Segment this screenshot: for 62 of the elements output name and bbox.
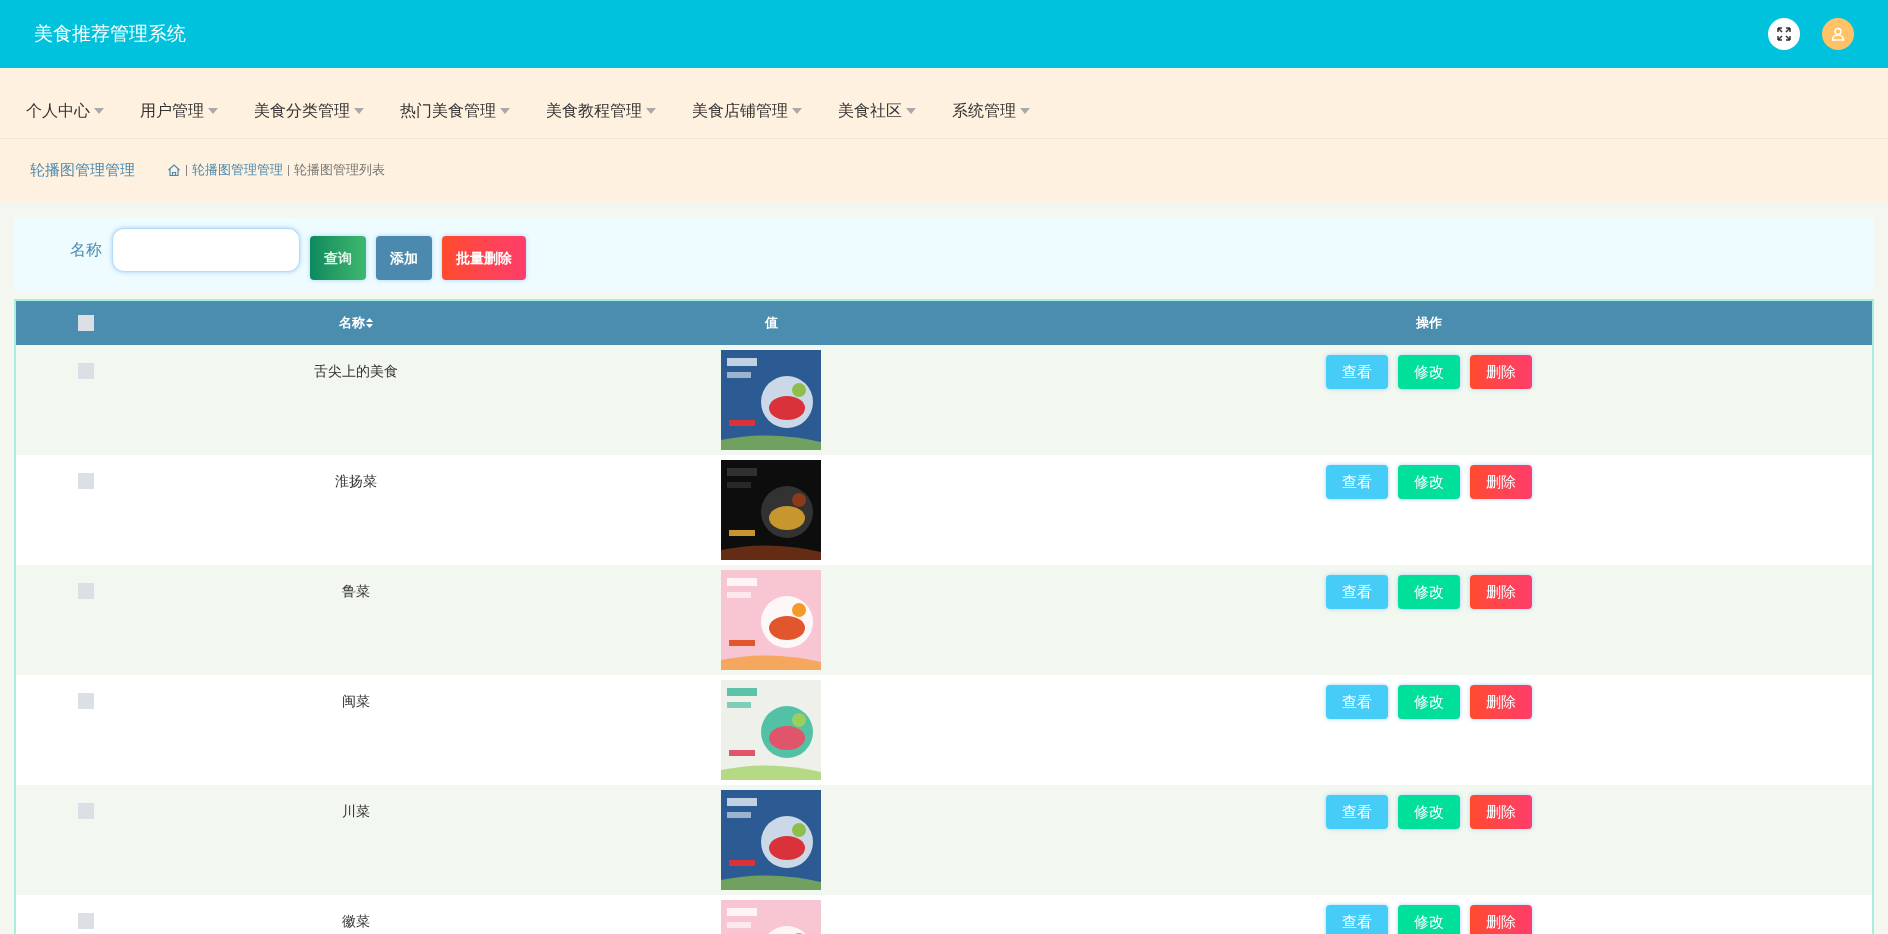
checkbox[interactable]	[78, 583, 94, 599]
view-button[interactable]: 查看	[1326, 355, 1388, 389]
caret-icon	[792, 108, 802, 114]
table-cell-text: 川菜	[342, 802, 370, 821]
menu-item[interactable]: 用户管理	[124, 84, 234, 138]
checkbox[interactable]	[78, 693, 94, 709]
edit-button[interactable]: 修改	[1398, 575, 1460, 609]
page-title: 轮播图管理管理	[30, 159, 135, 180]
caret-icon	[646, 108, 656, 114]
home-icon[interactable]	[167, 163, 181, 177]
search-button[interactable]: 查询	[310, 236, 366, 280]
delete-button[interactable]: 删除	[1470, 575, 1532, 609]
edit-button[interactable]: 修改	[1398, 355, 1460, 389]
table-cell-text: 闽菜	[342, 692, 370, 711]
caret-icon	[906, 108, 916, 114]
checkbox[interactable]	[78, 363, 94, 379]
menu-item[interactable]: 美食店铺管理	[676, 84, 818, 138]
user-avatar-icon[interactable]	[1822, 18, 1854, 50]
menu-item[interactable]: 系统管理	[936, 84, 1046, 138]
delete-button[interactable]: 删除	[1470, 355, 1532, 389]
caret-icon	[1020, 108, 1030, 114]
checkbox[interactable]	[78, 913, 94, 929]
delete-button[interactable]: 删除	[1470, 685, 1532, 719]
sort-icon	[366, 318, 373, 328]
menu-item[interactable]: 美食教程管理	[530, 84, 672, 138]
edit-button[interactable]: 修改	[1398, 795, 1460, 829]
menu-item[interactable]: 个人中心	[10, 84, 120, 138]
column-header: 操作	[1416, 314, 1442, 333]
caret-icon	[208, 108, 218, 114]
app-title: 美食推荐管理系统	[34, 21, 186, 46]
caret-icon	[94, 108, 104, 114]
menu-item[interactable]: 美食分类管理	[238, 84, 380, 138]
view-button[interactable]: 查看	[1326, 575, 1388, 609]
name-input-field[interactable]	[112, 228, 300, 272]
fullscreen-icon[interactable]	[1768, 18, 1800, 50]
view-button[interactable]: 查看	[1326, 795, 1388, 829]
edit-button[interactable]: 修改	[1398, 465, 1460, 499]
table-cell-text: 徽菜	[342, 912, 370, 931]
delete-button[interactable]: 删除	[1470, 465, 1532, 499]
table-cell-text: 鲁菜	[342, 582, 370, 601]
field-label: 名称	[70, 240, 102, 260]
edit-button[interactable]: 修改	[1398, 905, 1460, 934]
checkbox[interactable]	[78, 803, 94, 819]
table-cell-text: 淮扬菜	[335, 472, 377, 491]
menu-item[interactable]: 热门美食管理	[384, 84, 526, 138]
menu-item[interactable]: 美食社区	[822, 84, 932, 138]
view-button[interactable]: 查看	[1326, 685, 1388, 719]
delete-button[interactable]: 删除	[1470, 795, 1532, 829]
checkbox[interactable]	[78, 473, 94, 489]
caret-icon	[354, 108, 364, 114]
caret-icon	[500, 108, 510, 114]
edit-button[interactable]: 修改	[1398, 685, 1460, 719]
batch-delete-button[interactable]: 批量删除	[442, 236, 526, 280]
delete-button[interactable]: 删除	[1470, 905, 1532, 934]
breadcrumb-link[interactable]: 轮播图管理管理	[192, 160, 283, 180]
add-button[interactable]: 添加	[376, 236, 432, 280]
column-header: 值	[764, 314, 778, 333]
checkbox[interactable]	[78, 315, 94, 331]
view-button[interactable]: 查看	[1326, 465, 1388, 499]
column-header[interactable]: 名称	[339, 313, 373, 333]
view-button[interactable]: 查看	[1326, 905, 1388, 934]
table-cell-text: 舌尖上的美食	[314, 362, 398, 381]
